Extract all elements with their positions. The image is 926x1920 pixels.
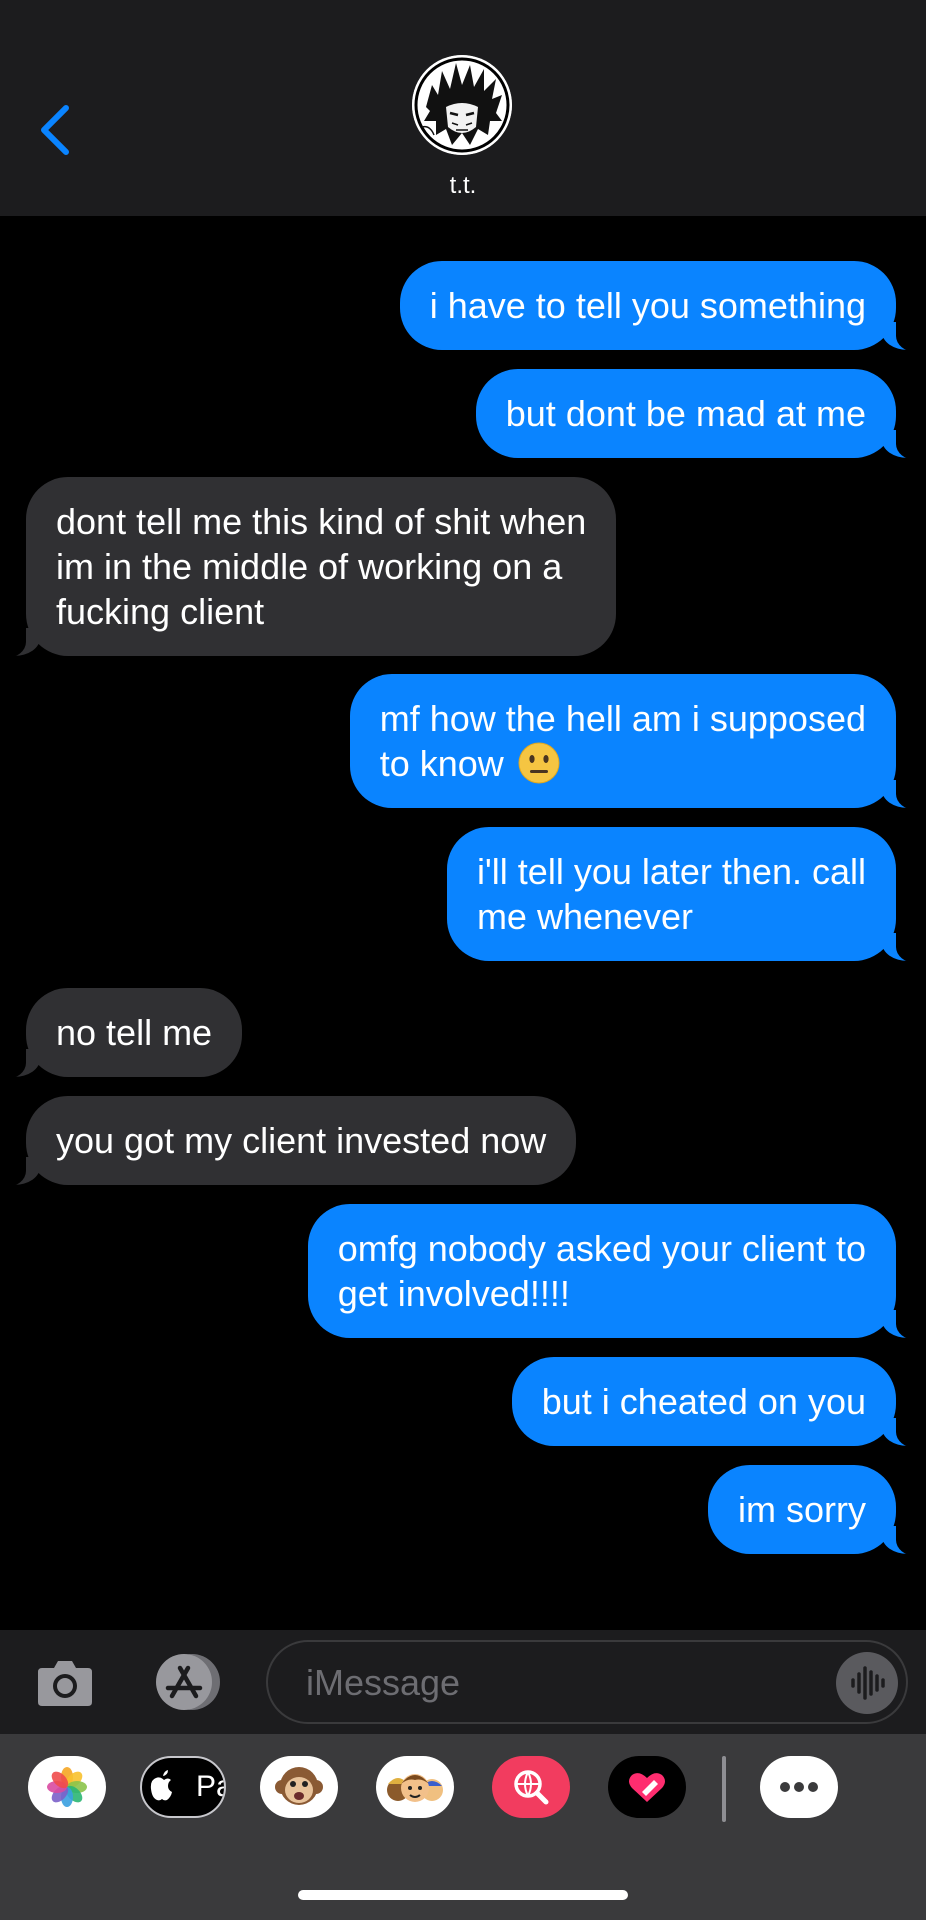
more-icon [780, 1782, 818, 1792]
message-text: but dont be mad at me [505, 393, 866, 434]
message-text-line: fucking client [56, 591, 265, 632]
home-indicator[interactable] [298, 1890, 628, 1900]
audio-message-button[interactable] [836, 1652, 898, 1714]
animoji-app-button[interactable] [260, 1756, 338, 1818]
message-text: no tell me [56, 1012, 213, 1053]
conversation-header: t.t. [0, 0, 926, 216]
app-store-button[interactable] [148, 1652, 226, 1712]
camera-button[interactable] [36, 1656, 94, 1708]
globe-search-icon [514, 1770, 549, 1805]
more-apps-button[interactable] [760, 1756, 838, 1818]
monkey-animoji-icon [275, 1767, 323, 1805]
message-bubble-sent[interactable]: i'll tell you later then. call me whenev… [446, 827, 921, 963]
heart-touch-icon [629, 1773, 665, 1802]
message-text-line: im in the middle of working on a [56, 546, 563, 587]
avatar-image [412, 55, 512, 155]
message-bubble-sent[interactable]: omfg nobody asked your client to get inv… [307, 1204, 921, 1340]
memoji-stickers-icon [387, 1774, 443, 1802]
message-input[interactable] [304, 1656, 828, 1710]
message-text: but i cheated on you [541, 1381, 866, 1422]
back-button[interactable] [30, 100, 80, 160]
contact-name[interactable]: t.t. [0, 172, 926, 200]
message-bubble-received[interactable]: dont tell me this kind of shit when im i… [1, 477, 617, 658]
message-text-line: get involved!!!! [337, 1273, 570, 1314]
digital-touch-button[interactable] [608, 1756, 686, 1818]
memoji-stickers-button[interactable] [376, 1756, 454, 1818]
message-text-line: dont tell me this kind of shit when [56, 501, 587, 542]
photos-icon [47, 1767, 87, 1807]
compose-bar [0, 1630, 926, 1734]
app-store-icon [156, 1654, 220, 1710]
apple-pay-label: Pay [196, 1770, 224, 1803]
message-list[interactable]: i have to tell you something but dont be… [0, 216, 926, 1630]
message-text: im sorry [738, 1489, 866, 1530]
message-text-line: mf how the hell am i supposed [379, 698, 866, 739]
message-text-line: to know [379, 743, 504, 784]
message-bubble-sent[interactable]: mf how the hell am i supposed to know [349, 674, 921, 810]
message-input-field[interactable] [266, 1640, 908, 1724]
photos-app-button[interactable] [28, 1756, 106, 1818]
message-bubble-sent[interactable]: im sorry [708, 1465, 920, 1556]
message-text-line: me whenever [476, 896, 694, 937]
contact-avatar[interactable] [412, 55, 512, 155]
message-text: i have to tell you something [429, 285, 866, 326]
chevron-left-icon [41, 105, 69, 155]
message-text-line: omfg nobody asked your client to [337, 1228, 866, 1269]
message-text: you got my client invested now [56, 1120, 547, 1161]
message-bubble-sent[interactable]: but dont be mad at me [475, 369, 921, 460]
neutral-face-emoji [518, 742, 560, 784]
image-search-button[interactable] [492, 1756, 570, 1818]
message-bubble-received[interactable]: you got my client invested now [1, 1096, 577, 1187]
message-bubble-sent[interactable]: but i cheated on you [511, 1357, 921, 1448]
message-bubble-received[interactable]: no tell me [1, 988, 243, 1079]
camera-icon [38, 1661, 92, 1706]
message-text-line: i'll tell you later then. call [476, 851, 866, 892]
message-bubble-sent[interactable]: i have to tell you something [399, 261, 921, 352]
apple-pay-button[interactable]: Pay [140, 1756, 226, 1818]
app-drawer: Pay [0, 1734, 926, 1920]
audio-waveform-icon [851, 1666, 885, 1700]
drawer-divider [722, 1756, 726, 1822]
